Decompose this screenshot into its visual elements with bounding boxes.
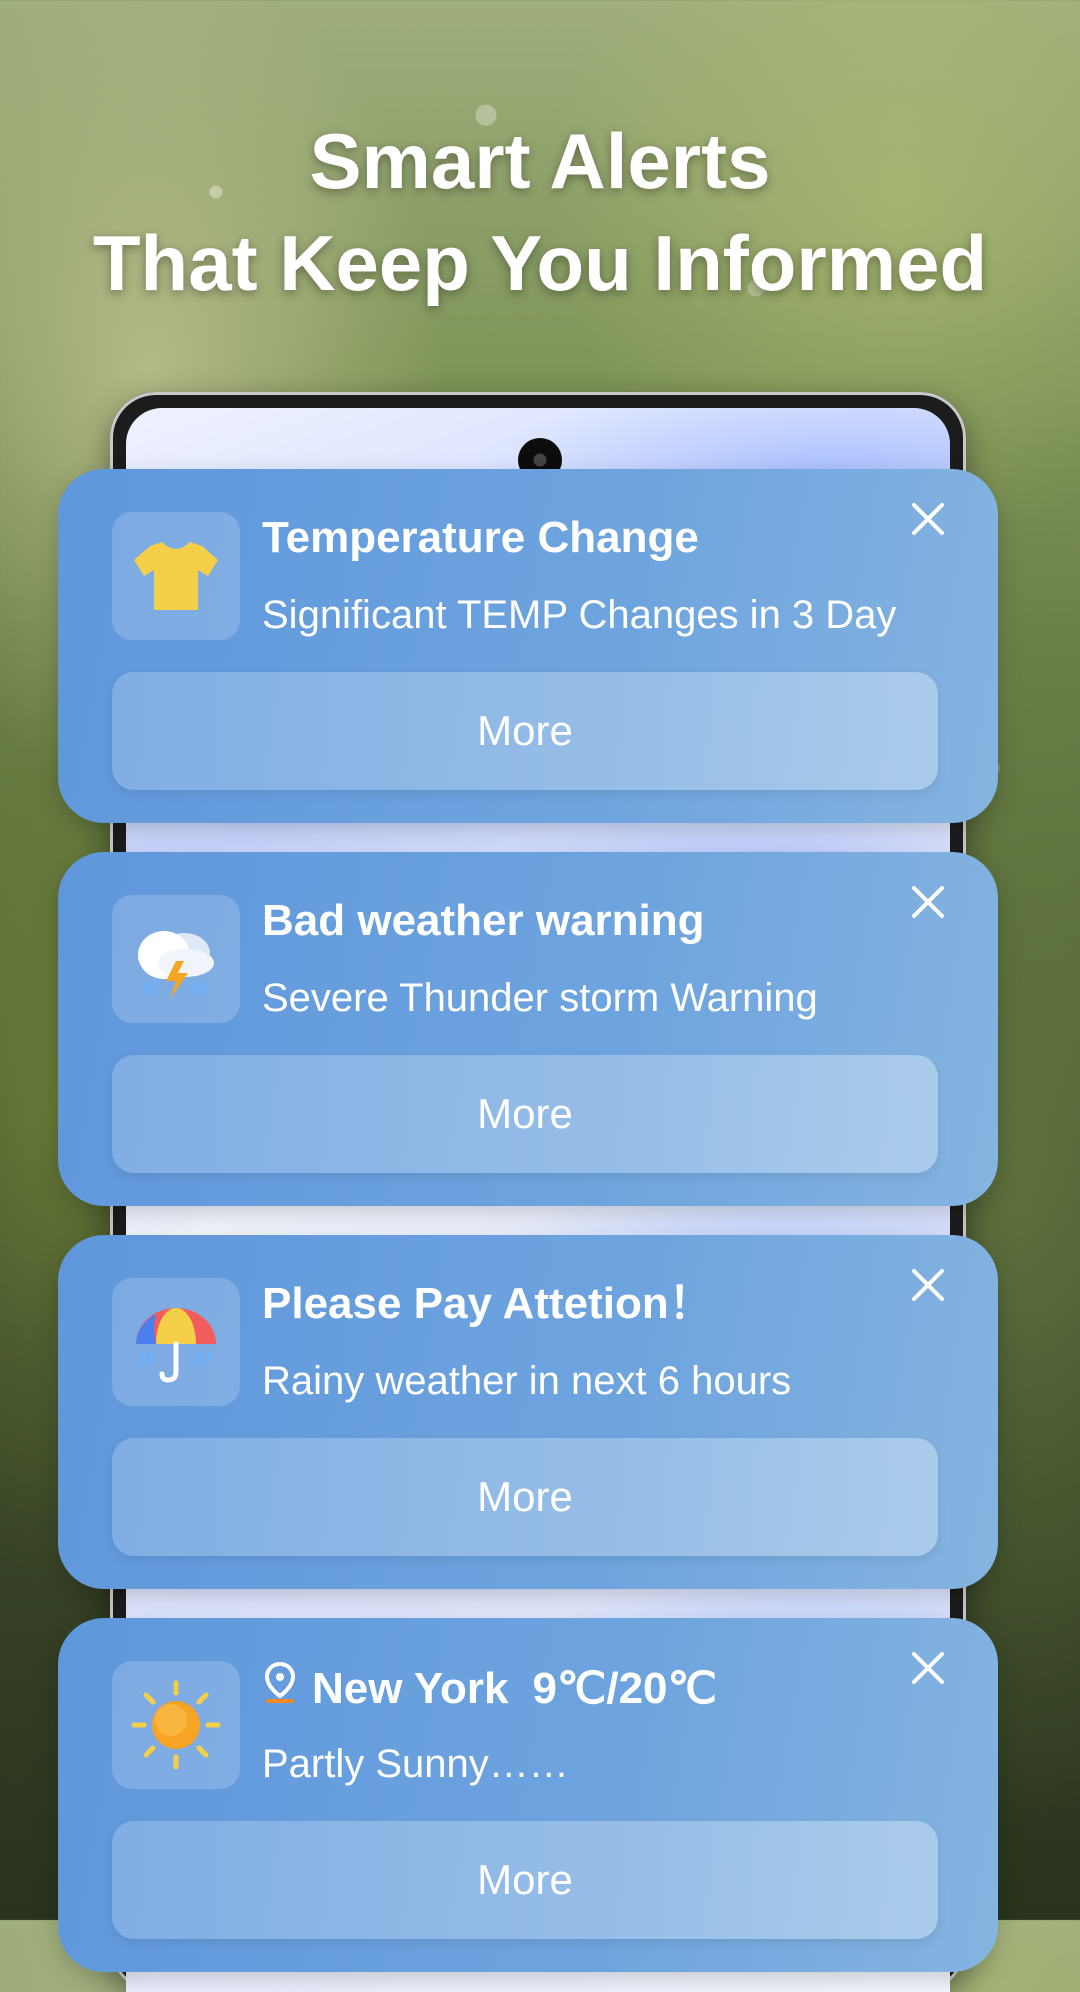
alert-card-attention: Please Pay Attetion！ Rainy weather in ne… bbox=[58, 1235, 998, 1589]
close-icon[interactable] bbox=[900, 1257, 956, 1313]
weather-card-location: New York 9℃/20℃ Partly Sunny…… More bbox=[58, 1618, 998, 1972]
headline: Smart Alerts That Keep You Informed bbox=[0, 110, 1080, 314]
card-subtitle: Rainy weather in next 6 hours bbox=[262, 1359, 792, 1403]
location-pin-icon bbox=[262, 1660, 298, 1717]
card-subtitle: Partly Sunny…… bbox=[262, 1742, 569, 1786]
more-button[interactable]: More bbox=[112, 1055, 938, 1173]
more-button[interactable]: More bbox=[112, 1821, 938, 1939]
close-icon[interactable] bbox=[900, 1640, 956, 1696]
card-subtitle: Significant TEMP Changes in 3 Day bbox=[262, 593, 897, 637]
card-subtitle: Severe Thunder storm Warning bbox=[262, 976, 818, 1020]
close-icon[interactable] bbox=[900, 491, 956, 547]
more-button[interactable]: More bbox=[112, 1438, 938, 1556]
card-title: Temperature Change bbox=[262, 513, 699, 562]
t-shirt-icon bbox=[112, 512, 240, 640]
close-icon[interactable] bbox=[900, 874, 956, 930]
card-title: Bad weather warning bbox=[262, 896, 705, 945]
temperature-range: 9℃/20℃ bbox=[532, 1663, 717, 1713]
thunderstorm-icon bbox=[112, 895, 240, 1023]
alert-card-temperature: Temperature Change Significant TEMP Chan… bbox=[58, 469, 998, 823]
alert-card-bad-weather: Bad weather warning Severe Thunder storm… bbox=[58, 852, 998, 1206]
sun-icon bbox=[112, 1661, 240, 1789]
card-title: Please Pay Attetion！ bbox=[262, 1279, 713, 1328]
umbrella-rain-icon bbox=[112, 1278, 240, 1406]
more-button[interactable]: More bbox=[112, 672, 938, 790]
headline-line-2: That Keep You Informed bbox=[92, 219, 988, 307]
location-name: New York bbox=[312, 1663, 509, 1713]
location-row: New York 9℃/20℃ bbox=[262, 1660, 878, 1717]
headline-line-1: Smart Alerts bbox=[309, 117, 771, 205]
